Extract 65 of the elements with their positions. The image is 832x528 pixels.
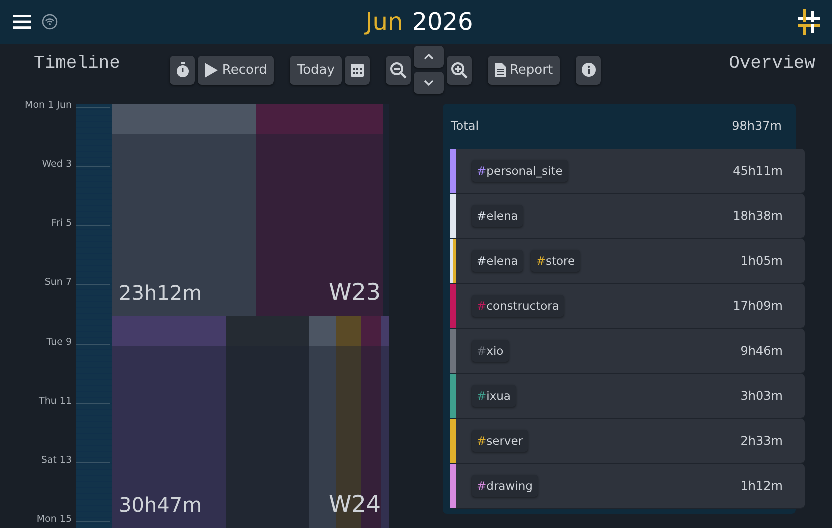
calendar-icon [350,63,364,77]
tag-duration: 17h09m [733,299,783,313]
tag-row[interactable]: #constructora 17h09m [450,284,805,329]
tag-row[interactable]: #elena 18h38m [450,194,805,239]
tag-duration: 1h05m [740,254,783,268]
week-total: 30h47m [119,493,202,517]
tag-chip[interactable]: #store [531,250,580,272]
tag-row[interactable]: #server 2h33m [450,419,805,464]
document-icon [494,63,506,77]
tag-row[interactable]: #personal_site 45h11m [450,149,805,194]
tag-duration: 3h03m [740,389,783,403]
zoom-out-icon [390,62,407,78]
chevron-up-icon [424,54,434,60]
total-duration: 98h37m [732,119,782,135]
info-button[interactable] [576,56,602,84]
report-button[interactable]: Report [488,56,560,84]
tag-duration: 2h33m [740,434,783,448]
week-total: 23h12m [119,281,202,305]
month-label: Jun [366,8,404,36]
tag-duration: 18h38m [733,209,783,223]
tag-row[interactable]: #drawing 1h12m [450,464,805,509]
tag-row[interactable]: #xio 9h46m [450,329,805,374]
day-label: Mon 1 Jun [24,100,72,111]
tag-chip[interactable]: #xio [472,340,509,362]
day-label: Tue 9 [46,336,72,348]
scroll-up-button[interactable] [414,46,444,68]
day-label: Sat 13 [40,454,72,466]
wifi-icon[interactable] [42,14,58,30]
total-label: Total [451,119,480,135]
day-label: Mon 15 [36,514,72,525]
scroll-down-button[interactable] [414,72,444,94]
timeline-title: Timeline [34,54,120,74]
sliders-logo-icon [798,9,820,35]
tag-chip[interactable]: #personal_site [472,160,568,182]
tag-chip[interactable]: #elena [472,250,524,272]
timer-button[interactable] [170,56,196,84]
tag-chip[interactable]: #ixua [472,385,516,407]
tag-chip[interactable]: #server [472,430,528,452]
today-button[interactable]: Today [290,56,342,84]
year-label: 2026 [412,8,474,36]
tag-chip[interactable]: #drawing [472,475,538,497]
day-label: Wed 3 [41,159,72,170]
tag-row[interactable]: #elena #store 1h05m [450,239,805,284]
tag-duration: 45h11m [733,164,783,178]
overview-title: Overview [729,54,816,74]
menu-icon[interactable] [13,14,31,30]
week-label: W23 [328,280,381,306]
day-label: Sun 7 [44,277,72,288]
zoom-in-icon [450,62,468,78]
tag-chip[interactable]: #elena [472,205,524,227]
chevron-down-icon [424,80,434,86]
day-label: Thu 11 [38,396,72,407]
zoom-out-button[interactable] [386,56,411,84]
stopwatch-icon [176,62,190,78]
tag-chip[interactable]: #constructora [472,295,564,317]
tag-duration: 9h46m [740,344,783,358]
tag-row[interactable]: #ixua 3h03m [450,374,805,419]
record-button[interactable]: Record [198,56,274,84]
info-icon [582,63,596,77]
day-label: Fri 5 [50,218,72,230]
calendar-button[interactable] [344,56,370,84]
play-icon [205,62,218,78]
tag-duration: 1h12m [740,479,783,493]
zoom-in-button[interactable] [446,56,472,84]
week-label: W24 [328,492,381,518]
